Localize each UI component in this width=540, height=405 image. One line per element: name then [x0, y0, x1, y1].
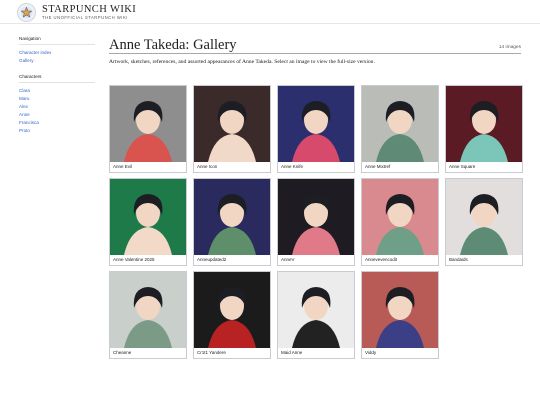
gallery-item[interactable]: Cr1t1 Yandere — [193, 271, 271, 359]
gallery-thumbnail[interactable] — [446, 86, 522, 162]
sidebar-item-anne[interactable]: Anne — [19, 111, 95, 119]
artwork-image — [362, 86, 438, 162]
gallery-caption[interactable]: Anneupdated2 — [197, 257, 226, 262]
gallery-item[interactable]: Cheanne — [109, 271, 187, 359]
gallery-item[interactable]: Maid Anne — [277, 271, 355, 359]
gallery-item[interactable]: Bandaids — [445, 178, 523, 266]
gallery-item[interactable]: Anne Knife — [277, 85, 355, 173]
artwork-image — [278, 272, 354, 348]
sidebar-item-maru[interactable]: Maru — [19, 95, 95, 103]
site-tagline: THE UNOFFICIAL STARPUNCH WIKI — [42, 15, 128, 20]
gallery-item[interactable]: Viddy — [361, 271, 439, 359]
gallery-caption[interactable]: Annevevencodit — [365, 257, 397, 262]
gallery-caption[interactable]: Anne Evil — [113, 164, 132, 169]
title-row: Anne Takeda: Gallery 14 images — [109, 34, 521, 54]
artwork-image — [110, 272, 186, 348]
artwork-image — [278, 86, 354, 162]
gallery-item[interactable]: Anne Square — [445, 85, 523, 173]
gallery-item[interactable]: AnneV — [277, 178, 355, 266]
gallery-item[interactable]: Anneupdated2 — [193, 178, 271, 266]
gallery-caption[interactable]: Anne Icon — [197, 164, 217, 169]
gallery-caption[interactable]: Cr1t1 Yandere — [197, 350, 226, 355]
gallery-thumbnail[interactable] — [110, 86, 186, 162]
gallery-thumbnail[interactable] — [362, 272, 438, 348]
gallery-caption[interactable]: Anne Valentine 2025 — [113, 257, 154, 262]
gallery-caption[interactable]: Anne Square — [449, 164, 475, 169]
gallery-item[interactable]: Anne Icon — [193, 85, 271, 173]
gallery-item[interactable]: Anne Evil — [109, 85, 187, 173]
gallery-caption[interactable]: Anne Knife — [281, 164, 303, 169]
sidebar-item-alex[interactable]: Alex — [19, 103, 95, 111]
sidebar-item-francisca[interactable]: Francisca — [19, 119, 95, 127]
artwork-image — [110, 86, 186, 162]
gallery-thumbnail[interactable] — [110, 272, 186, 348]
main-content: Anne Takeda: Gallery 14 images Artwork, … — [109, 34, 523, 359]
sidebar: Navigation Character index Gallery Chara… — [19, 36, 95, 144]
gallery-thumbnail[interactable] — [362, 179, 438, 255]
gallery-item[interactable]: Annevevencodit — [361, 178, 439, 266]
gallery-item[interactable]: Anne Valentine 2025 — [109, 178, 187, 266]
gallery-thumbnail[interactable] — [278, 86, 354, 162]
navigation-heading: Navigation — [19, 36, 95, 45]
artwork-image — [446, 179, 522, 255]
gallery-caption[interactable]: Maid Anne — [281, 350, 302, 355]
gallery-thumbnail[interactable] — [278, 272, 354, 348]
sidebar-item-proto[interactable]: Proto — [19, 127, 95, 135]
page-title: Anne Takeda: Gallery — [109, 37, 237, 53]
gallery-thumbnail[interactable] — [194, 86, 270, 162]
artwork-image — [446, 86, 522, 162]
artwork-image — [362, 272, 438, 348]
navigation-section: Navigation Character index Gallery — [19, 36, 95, 65]
site-header: STARPUNCH WIKI THE UNOFFICIAL STARPUNCH … — [0, 0, 540, 24]
sidebar-item-character-index[interactable]: Character index — [19, 49, 95, 57]
gallery-caption[interactable]: Cheanne — [113, 350, 131, 355]
artwork-image — [194, 272, 270, 348]
site-title[interactable]: STARPUNCH WIKI — [42, 4, 136, 15]
image-count: 14 images — [498, 45, 521, 50]
gallery-caption[interactable]: Bandaids — [449, 257, 468, 262]
characters-section: Characters Clara Maru Alex Anne Francisc… — [19, 74, 95, 135]
gallery-thumbnail[interactable] — [446, 179, 522, 255]
gallery-item[interactable]: Anne Mixtref — [361, 85, 439, 173]
artwork-image — [362, 179, 438, 255]
sidebar-item-gallery[interactable]: Gallery — [19, 57, 95, 65]
intro-text: Artwork, sketches, references, and assor… — [109, 59, 375, 65]
gallery-thumbnail[interactable] — [278, 179, 354, 255]
gallery-thumbnail[interactable] — [194, 272, 270, 348]
gallery-caption[interactable]: Anne Mixtref — [365, 164, 390, 169]
artwork-image — [278, 179, 354, 255]
gallery-caption[interactable]: Viddy — [365, 350, 376, 355]
star-logo-icon[interactable] — [17, 3, 36, 22]
gallery-caption[interactable]: AnneV — [281, 257, 295, 262]
sidebar-item-clara[interactable]: Clara — [19, 87, 95, 95]
gallery-thumbnail[interactable] — [194, 179, 270, 255]
gallery-thumbnail[interactable] — [362, 86, 438, 162]
artwork-image — [194, 86, 270, 162]
characters-heading: Characters — [19, 74, 95, 83]
artwork-image — [110, 179, 186, 255]
gallery-thumbnail[interactable] — [110, 179, 186, 255]
artwork-image — [194, 179, 270, 255]
